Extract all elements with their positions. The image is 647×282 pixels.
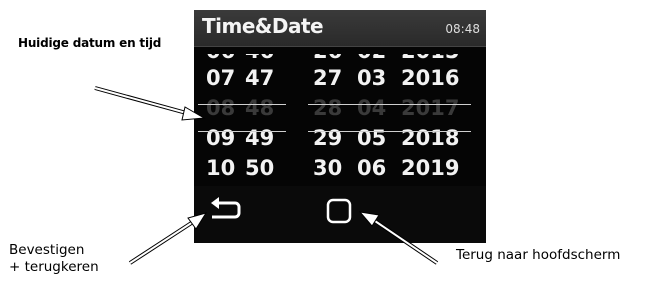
title-bar: Time&Date 08:48 — [194, 10, 486, 47]
confirm-return-caption: Bevestigen + terugkeren — [9, 242, 99, 276]
year-value: 2015 — [401, 54, 459, 63]
date-row-selected[interactable]: 28 04 2017 — [313, 96, 463, 126]
day-value: 29 — [313, 126, 343, 150]
square-home-icon — [326, 198, 352, 224]
day-value: 28 — [313, 96, 343, 120]
confirm-caption-line2: + terugkeren — [9, 259, 99, 275]
year-value: 2017 — [401, 96, 460, 120]
current-datetime-caption: Huidige datum en tijd — [18, 36, 162, 50]
time-picker[interactable]: 06 46 07 47 08 48 09 49 10 50 — [206, 54, 290, 186]
month-value: 05 — [357, 126, 387, 150]
back-button[interactable] — [208, 196, 242, 222]
date-selection-top-line — [308, 104, 471, 105]
time-row-selected[interactable]: 08 48 — [206, 96, 290, 126]
date-row[interactable]: 30 06 2019 — [313, 156, 463, 186]
month-value: 04 — [357, 96, 387, 120]
hour-value: 08 — [206, 96, 236, 120]
back-arrow-icon — [211, 197, 241, 219]
day-value: 26 — [313, 54, 342, 63]
minute-value: 48 — [245, 96, 275, 120]
arrow-to-selection — [94, 86, 206, 121]
hour-value: 09 — [206, 126, 236, 150]
status-clock: 08:48 — [445, 22, 480, 36]
month-value: 06 — [357, 156, 387, 180]
minute-value: 50 — [245, 156, 275, 180]
minute-value: 47 — [245, 66, 275, 90]
day-value: 27 — [313, 66, 343, 90]
year-value: 2018 — [401, 126, 460, 150]
back-home-caption: Terug naar hoofdscherm — [456, 247, 621, 263]
minute-value: 49 — [245, 126, 275, 150]
time-row[interactable]: 10 50 — [206, 156, 290, 186]
hour-value: 07 — [206, 66, 236, 90]
date-row[interactable]: 27 03 2016 — [313, 66, 463, 96]
month-value: 03 — [357, 66, 387, 90]
year-value: 2016 — [401, 66, 460, 90]
month-value: 02 — [357, 54, 386, 63]
minute-value: 46 — [245, 54, 274, 63]
hour-value: 10 — [206, 156, 236, 180]
confirm-caption-line1: Bevestigen — [9, 242, 85, 258]
home-button[interactable] — [326, 198, 352, 224]
date-picker[interactable]: 26 02 2015 27 03 2016 28 04 2017 29 05 2… — [313, 54, 463, 186]
hour-value: 06 — [206, 54, 235, 63]
year-value: 2019 — [401, 156, 460, 180]
screen-title: Time&Date — [202, 14, 324, 38]
time-selection-top-line — [198, 104, 286, 105]
day-value: 30 — [313, 156, 343, 180]
date-selection-bottom-line — [308, 131, 471, 132]
time-row[interactable]: 07 47 — [206, 66, 290, 96]
time-selection-bottom-line — [198, 131, 286, 132]
device-screen: Time&Date 08:48 06 46 07 47 08 48 09 49 … — [194, 10, 486, 243]
